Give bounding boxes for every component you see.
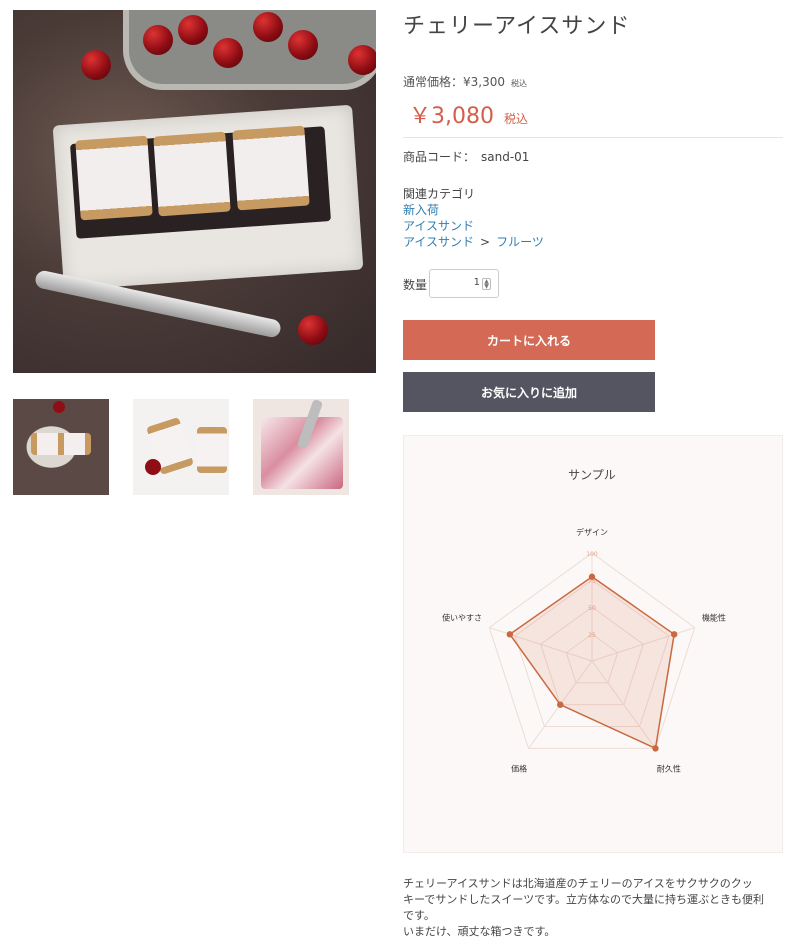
cherry — [145, 459, 161, 475]
price-divider — [403, 137, 783, 138]
radar-chart: サンプル255075100デザイン機能性耐久性価格使いやすさ — [442, 468, 726, 773]
spinner-arrows-icon[interactable]: ▲ ▼ — [482, 278, 491, 290]
axis-label: 使いやすさ — [442, 613, 482, 623]
cherry — [213, 38, 243, 68]
ice-sandwich — [232, 125, 310, 211]
product-description: チェリーアイスサンドは北海道産のチェリーのアイスをサクサクのクッ キーでサンドし… — [403, 876, 788, 940]
product-title: チェリーアイスサンド — [403, 14, 631, 39]
category-link-new[interactable]: 新入荷 — [403, 201, 439, 218]
ice-sandwich — [153, 131, 231, 217]
data-point — [506, 631, 514, 638]
tick-label: 100 — [586, 551, 598, 558]
chart-title: サンプル — [568, 468, 616, 482]
category-link-ice-sandwich[interactable]: アイスサンド — [403, 217, 474, 234]
thumb-sandwich — [31, 433, 91, 455]
category-label: 関連カテゴリ — [403, 187, 476, 201]
regular-price: 通常価格：¥3,300 税込 — [403, 73, 527, 90]
axis-label: 機能性 — [702, 613, 726, 623]
thumbnail-1[interactable] — [13, 399, 109, 495]
data-series-area — [508, 575, 675, 750]
regular-price-tax: 税込 — [511, 79, 527, 88]
thumbnail-2[interactable] — [133, 399, 229, 495]
cherry — [81, 50, 111, 80]
product-code: 商品コード： sand-01 — [403, 148, 529, 165]
regular-price-value: 通常価格：¥3,300 — [403, 75, 505, 89]
axis-label: デザイン — [576, 527, 608, 537]
cherry — [178, 15, 208, 45]
category-link-fruit[interactable]: フルーツ — [496, 235, 544, 249]
cherry — [53, 401, 65, 413]
add-to-cart-button[interactable]: カートに入れる — [403, 320, 655, 360]
category-path: アイスサンド > フルーツ — [403, 233, 544, 250]
sale-price: ￥3,080 税込 — [409, 98, 528, 130]
thumbnail-3[interactable] — [253, 399, 349, 495]
quantity-value[interactable]: 1 — [474, 277, 480, 288]
sale-price-tax: 税込 — [503, 112, 528, 126]
cherry — [288, 30, 318, 60]
category-link-ice-sandwich-parent[interactable]: アイスサンド — [403, 235, 474, 249]
data-point — [557, 701, 564, 708]
cherry — [348, 45, 376, 75]
axis-label: 価格 — [511, 763, 527, 773]
description-line: チェリーアイスサンドは北海道産のチェリーのアイスをサクサクのクッ — [403, 877, 753, 890]
sale-price-value: ￥3,080 — [409, 104, 494, 129]
ice-sandwich — [75, 135, 153, 221]
description-line: キーでサンドしたスイーツです。立方体なので大量に持ち運ぶときも便利 — [403, 893, 765, 906]
description-line: いまだけ、頑丈な箱つきです。 — [403, 925, 556, 938]
thumb-sandwich — [197, 427, 227, 473]
main-product-image — [13, 10, 376, 373]
data-point — [588, 573, 596, 580]
product-code-value: sand-01 — [481, 150, 530, 164]
axis-label: 耐久性 — [657, 763, 681, 773]
product-code-label: 商品コード： — [403, 150, 476, 164]
add-to-favorites-button[interactable]: お気に入りに追加 — [403, 372, 655, 412]
cherry — [143, 25, 173, 55]
quantity-stepper[interactable]: 1 ▲ ▼ — [429, 269, 499, 298]
data-point — [670, 631, 678, 638]
category-separator: > — [480, 235, 491, 249]
quantity-label: 数量 — [403, 278, 428, 292]
description-line: です。 — [403, 909, 435, 922]
cherry — [253, 12, 283, 42]
data-point — [652, 745, 659, 752]
radar-chart-card: サンプル255075100デザイン機能性耐久性価格使いやすさ — [403, 435, 783, 853]
cherry — [298, 315, 328, 345]
